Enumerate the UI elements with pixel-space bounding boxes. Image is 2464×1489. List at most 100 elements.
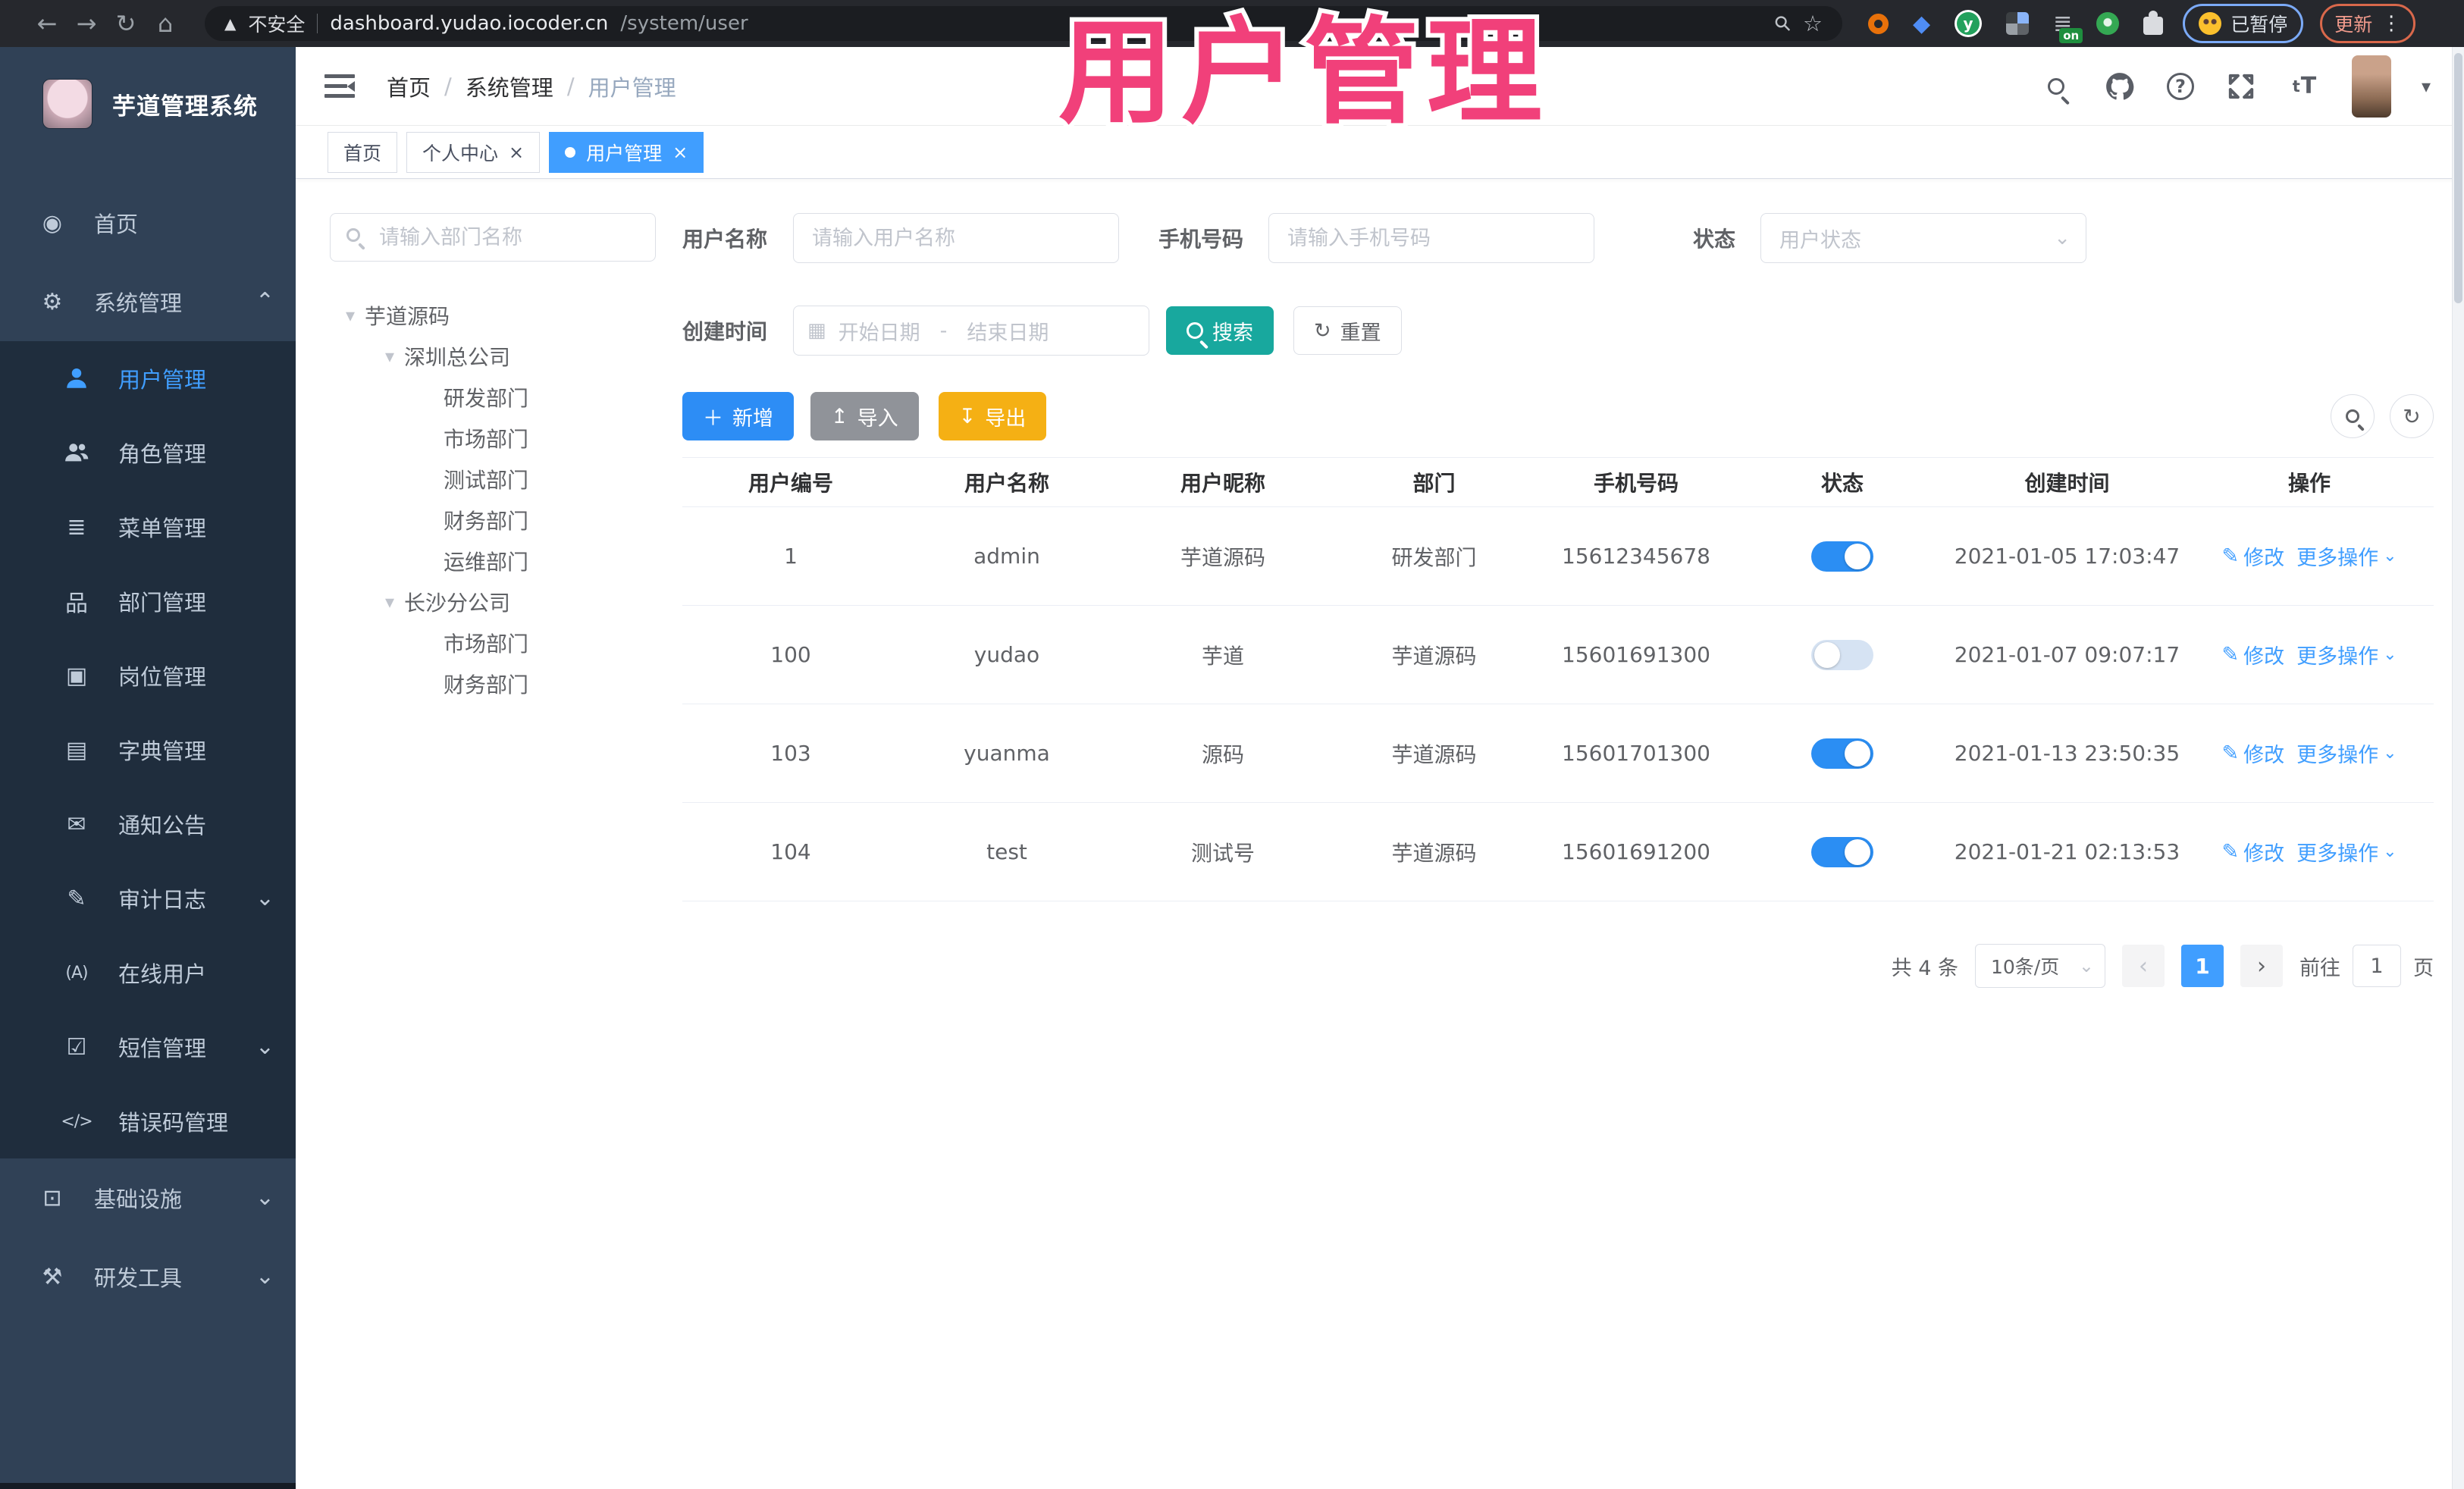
extension-gem-icon[interactable]: ◆ <box>1913 11 1930 37</box>
current-page-button[interactable]: 1 <box>2181 945 2224 987</box>
sidebar-item-通知公告[interactable]: ✉ 通知公告 <box>0 787 296 861</box>
forward-icon[interactable]: → <box>67 9 106 38</box>
sidebar-item-短信管理[interactable]: ☑ 短信管理 ⌄ <box>0 1010 296 1084</box>
profile-paused-chip[interactable]: 已暂停 <box>2183 4 2304 43</box>
tree-node-财务部门[interactable]: 财务部门 <box>330 663 656 704</box>
cell: 芋道源码 <box>1391 840 1477 866</box>
user-avatar[interactable] <box>2351 55 2391 118</box>
expand-arrow-icon[interactable]: ▾ <box>375 346 404 367</box>
tree-node-芋道源码[interactable]: ▾ 芋道源码 <box>330 295 656 336</box>
sidebar-item-菜单管理[interactable]: ≣ 菜单管理 <box>0 490 296 564</box>
tree-node-运维部门[interactable]: 运维部门 <box>330 541 656 581</box>
extension-ring-icon[interactable] <box>1868 13 1889 34</box>
sidebar-item-系统管理[interactable]: ⚙ 系统管理 ⌃ <box>0 262 296 341</box>
scrollbar-thumb[interactable] <box>2454 53 2462 303</box>
chevron-down-icon: ⌄ <box>2078 955 2094 976</box>
tree-node-长沙分公司[interactable]: ▾ 长沙分公司 <box>330 581 656 622</box>
expand-arrow-icon[interactable]: ▾ <box>336 305 365 326</box>
status-toggle[interactable] <box>1811 836 1873 867</box>
tab-个人中心[interactable]: 个人中心 × <box>406 131 541 173</box>
tree-node-财务部门[interactable]: 财务部门 <box>330 500 656 541</box>
more-actions-link[interactable]: 更多操作 ⌄ <box>2296 837 2397 867</box>
home-icon[interactable]: ⌂ <box>146 9 185 38</box>
extension-switch-icon[interactable]: ≣ on <box>2053 11 2083 43</box>
sidebar-item-研发工具[interactable]: ⚒ 研发工具 ⌄ <box>0 1237 296 1316</box>
sidebar-item-label: 角色管理 <box>118 441 207 467</box>
browser-menu-icon[interactable]: ⋮ <box>2381 12 2401 35</box>
status-toggle[interactable] <box>1811 639 1873 670</box>
tree-node-市场部门[interactable]: 市场部门 <box>330 418 656 459</box>
sidebar-item-在线用户[interactable]: (A) 在线用户 <box>0 936 296 1010</box>
sidebar-item-部门管理[interactable]: 品 部门管理 <box>0 564 296 638</box>
status-toggle[interactable] <box>1811 738 1873 769</box>
tree-node-深圳总公司[interactable]: ▾ 深圳总公司 <box>330 336 656 377</box>
app-logo-row[interactable]: 芋道管理系统 <box>0 47 296 161</box>
prev-page-button[interactable]: ‹ <box>2122 945 2165 987</box>
cell: 2021-01-07 09:07:17 <box>1954 642 2180 667</box>
breadcrumb-item-首页[interactable]: 首页 <box>387 71 431 102</box>
avatar-caret-icon[interactable]: ▾ <box>2422 76 2431 97</box>
mobile-input[interactable] <box>1268 213 1594 263</box>
search-button[interactable]: 搜索 <box>1166 306 1274 355</box>
sidebar-item-基础设施[interactable]: ⊡ 基础设施 ⌄ <box>0 1158 296 1237</box>
fullscreen-icon[interactable] <box>2224 70 2258 103</box>
page-size-select[interactable]: 10条/页 ⌄ <box>1975 944 2105 988</box>
tab-用户管理[interactable]: 用户管理 × <box>549 131 704 173</box>
edit-link[interactable]: ✎ 修改 <box>2221 640 2284 669</box>
sidebar-item-首页[interactable]: ◉ 首页 <box>0 183 296 262</box>
sidebar-item-用户管理[interactable]: 用户管理 <box>0 341 296 415</box>
tree-node-研发部门[interactable]: 研发部门 <box>330 377 656 418</box>
close-icon[interactable]: × <box>672 143 688 161</box>
sidebar-toggle-icon[interactable] <box>324 74 355 99</box>
username-input[interactable] <box>793 213 1119 263</box>
reset-button[interactable]: ↻ 重置 <box>1293 306 1402 355</box>
dept-search-input[interactable] <box>330 213 656 262</box>
search-icon[interactable] <box>2039 70 2073 103</box>
cell: 15612345678 <box>1562 544 1710 569</box>
tree-node-市场部门[interactable]: 市场部门 <box>330 622 656 663</box>
edit-link[interactable]: ✎ 修改 <box>2221 541 2284 571</box>
sidebar-item-角色管理[interactable]: 角色管理 <box>0 415 296 490</box>
github-icon[interactable] <box>2103 70 2136 103</box>
date-range-input[interactable]: ▦ 开始日期 - 结束日期 <box>793 306 1149 356</box>
tree-node-测试部门[interactable]: 测试部门 <box>330 459 656 500</box>
update-chip[interactable]: 更新 ⋮ <box>2320 4 2416 43</box>
toggle-search-button[interactable] <box>2331 394 2375 438</box>
refresh-button[interactable]: ↻ <box>2390 394 2434 438</box>
edit-link[interactable]: ✎ 修改 <box>2221 738 2284 768</box>
password-key-icon[interactable]: ⚲ <box>1770 10 1797 37</box>
close-icon[interactable]: × <box>509 143 524 161</box>
tree-node-label: 长沙分公司 <box>404 591 511 616</box>
more-actions-link[interactable]: 更多操作 ⌄ <box>2296 541 2397 571</box>
next-page-button[interactable]: › <box>2240 945 2283 987</box>
help-icon[interactable]: ? <box>2166 72 2194 100</box>
import-button[interactable]: ↥ 导入 <box>810 392 919 440</box>
status-toggle[interactable] <box>1811 541 1873 572</box>
status-select[interactable]: 用户状态 ⌄ <box>1760 213 2087 263</box>
more-actions-link[interactable]: 更多操作 ⌄ <box>2296 640 2397 669</box>
sidebar-item-label: 系统管理 <box>94 290 183 316</box>
extensions-puzzle-icon[interactable] <box>2143 11 2164 35</box>
announcement-icon: ✉ <box>67 810 86 838</box>
breadcrumb-item-系统管理[interactable]: 系统管理 <box>466 71 553 102</box>
export-button[interactable]: ↧ 导出 <box>938 392 1047 440</box>
add-button[interactable]: ＋ 新增 <box>682 392 794 440</box>
back-icon[interactable]: ← <box>27 9 67 38</box>
bookmark-star-icon[interactable]: ☆ <box>1803 11 1823 36</box>
goto-page-input[interactable] <box>2353 945 2401 987</box>
sidebar-item-错误码管理[interactable]: </> 错误码管理 <box>0 1084 296 1158</box>
tab-首页[interactable]: 首页 <box>328 131 398 173</box>
extension-leaf-icon[interactable] <box>2096 12 2120 35</box>
more-actions-link[interactable]: 更多操作 ⌄ <box>2296 738 2397 768</box>
url-bar[interactable]: ▲ 不安全 dashboard.yudao.iocoder.cn /system… <box>205 6 1842 41</box>
sidebar-item-岗位管理[interactable]: ▣ 岗位管理 <box>0 638 296 713</box>
sidebar-item-字典管理[interactable]: ▤ 字典管理 <box>0 713 296 787</box>
page-scrollbar[interactable] <box>2452 47 2464 1489</box>
expand-arrow-icon[interactable]: ▾ <box>375 591 404 613</box>
sidebar-item-审计日志[interactable]: ✎ 审计日志 ⌄ <box>0 861 296 936</box>
extension-grid-icon[interactable] <box>2006 12 2030 35</box>
extension-green-icon[interactable]: y <box>1955 10 1983 37</box>
edit-link[interactable]: ✎ 修改 <box>2221 837 2284 867</box>
reload-icon[interactable]: ↻ <box>106 9 146 38</box>
font-size-icon[interactable]: tT <box>2288 70 2321 103</box>
